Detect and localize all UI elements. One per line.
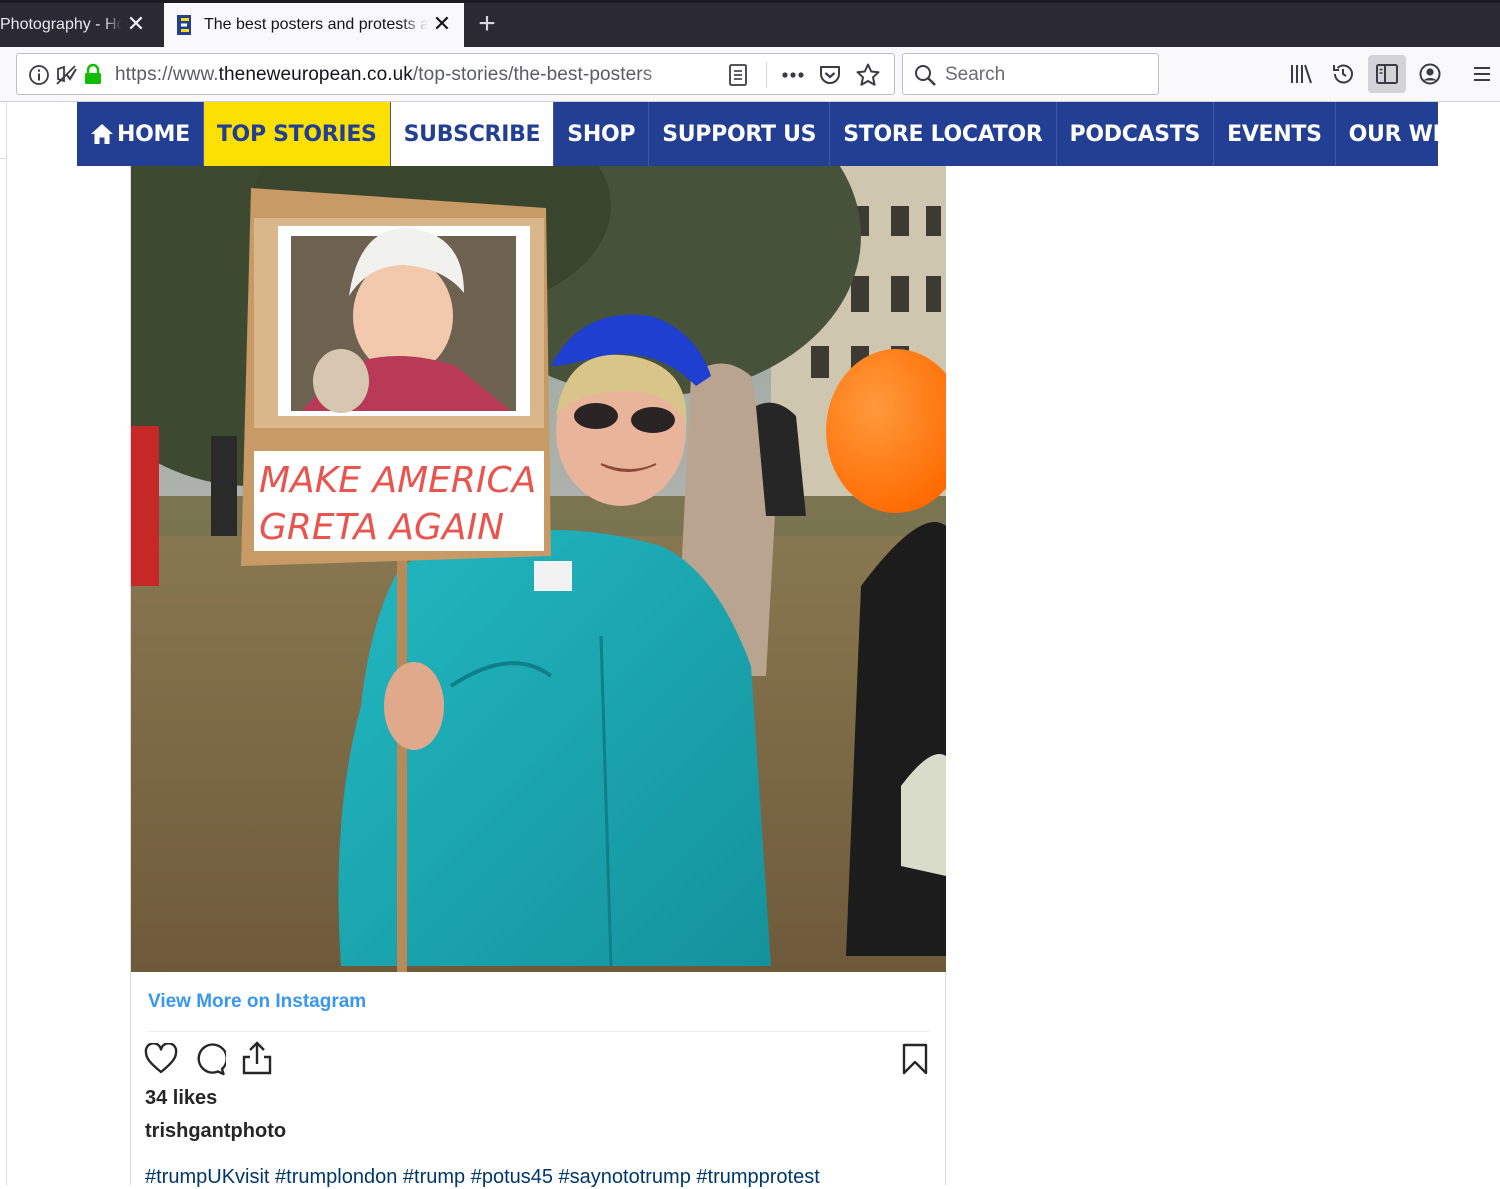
- likes-count[interactable]: 34 likes: [145, 1087, 217, 1110]
- nav-support-us[interactable]: SUPPORT US: [649, 102, 831, 166]
- site-navigation: HOME TOP STORIES SUBSCRIBE SHOP SUPPORT …: [77, 102, 1500, 166]
- sidebar-toggle-button[interactable]: [1368, 55, 1406, 93]
- post-hashtags[interactable]: #trumpUKvisit #trumplondon #trump #potus…: [145, 1166, 820, 1189]
- search-icon: [915, 65, 936, 86]
- url-prefix: https://www.: [115, 64, 219, 85]
- account-icon[interactable]: [1418, 62, 1442, 86]
- close-icon[interactable]: ✕: [126, 13, 146, 35]
- new-tab-plus-icon[interactable]: +: [474, 9, 500, 39]
- tracking-protection-icon[interactable]: [54, 63, 78, 87]
- page-content: HOME TOP STORIES SUBSCRIBE SHOP SUPPORT …: [0, 102, 1500, 1188]
- search-bar[interactable]: Search: [902, 53, 1159, 95]
- secure-lock-icon[interactable]: [83, 63, 103, 85]
- protest-photo[interactable]: MAKE AMERICA GRETA AGAIN: [131, 166, 946, 972]
- browser-toolbar: https://www.theneweuropean.co.uk/top-sto…: [0, 47, 1500, 102]
- nav-home[interactable]: HOME: [77, 102, 204, 166]
- share-icon[interactable]: [241, 1040, 273, 1076]
- new-european-favicon-icon: [177, 15, 191, 35]
- nav-subscribe[interactable]: SUBSCRIBE: [390, 102, 555, 166]
- menu-hamburger-icon[interactable]: [1471, 64, 1493, 84]
- tab-title: Photography - Home: [0, 16, 122, 33]
- nav-shop[interactable]: SHOP: [554, 102, 650, 166]
- bookmark-star-icon[interactable]: [855, 62, 881, 88]
- nav-store-locator[interactable]: STORE LOCATOR: [830, 102, 1057, 166]
- close-icon[interactable]: ✕: [432, 13, 452, 35]
- history-icon[interactable]: [1330, 61, 1356, 87]
- tab-active-article[interactable]: The best posters and protests at Trump's…: [164, 3, 464, 47]
- url-text[interactable]: https://www.theneweuropean.co.uk/top-sto…: [115, 64, 681, 86]
- info-icon[interactable]: [28, 64, 50, 86]
- nav-home-label: HOME: [117, 121, 190, 147]
- nav-podcasts[interactable]: PODCASTS: [1057, 102, 1215, 166]
- comment-icon[interactable]: [192, 1042, 226, 1076]
- reader-view-icon[interactable]: [727, 63, 749, 87]
- nav-top-stories[interactable]: TOP STORIES: [203, 102, 391, 166]
- heart-like-icon[interactable]: [144, 1043, 178, 1075]
- nav-our-writers[interactable]: OUR WRITERS: [1336, 102, 1500, 166]
- sign-line-1: MAKE AMERICA: [259, 460, 536, 501]
- pocket-icon[interactable]: [818, 63, 842, 87]
- sign-line-2: GRETA AGAIN: [259, 507, 504, 548]
- browser-tab-strip: Photography - Home ✕ The best posters an…: [0, 0, 1500, 47]
- bookmark-save-icon[interactable]: [901, 1042, 929, 1076]
- library-icon[interactable]: [1288, 62, 1314, 86]
- tab-title: The best posters and protests at Trump's…: [204, 16, 428, 33]
- url-domain: theneweuropean.co.uk: [218, 64, 413, 85]
- address-bar[interactable]: https://www.theneweuropean.co.uk/top-sto…: [16, 53, 895, 95]
- sidebar-icon: [1376, 64, 1398, 84]
- protest-photo-image: MAKE AMERICA GRETA AGAIN: [131, 166, 946, 972]
- tab-photography[interactable]: Photography - Home ✕: [0, 3, 160, 47]
- view-more-on-instagram-link[interactable]: View More on Instagram: [148, 991, 366, 1013]
- page-left-border: [6, 102, 7, 1185]
- url-bar-separator: [766, 62, 767, 88]
- page-actions-more-icon[interactable]: [780, 66, 806, 84]
- home-icon: [91, 124, 113, 144]
- nav-events[interactable]: EVENTS: [1214, 102, 1336, 166]
- embed-divider: [147, 1031, 930, 1032]
- search-placeholder: Search: [945, 64, 1006, 85]
- post-username[interactable]: trishgantphoto: [145, 1120, 286, 1143]
- page-left-tick: [0, 158, 6, 159]
- url-path: /top-stories/the-best-posters: [412, 64, 653, 85]
- instagram-embed: MAKE AMERICA GRETA AGAIN View More on In…: [130, 166, 946, 1188]
